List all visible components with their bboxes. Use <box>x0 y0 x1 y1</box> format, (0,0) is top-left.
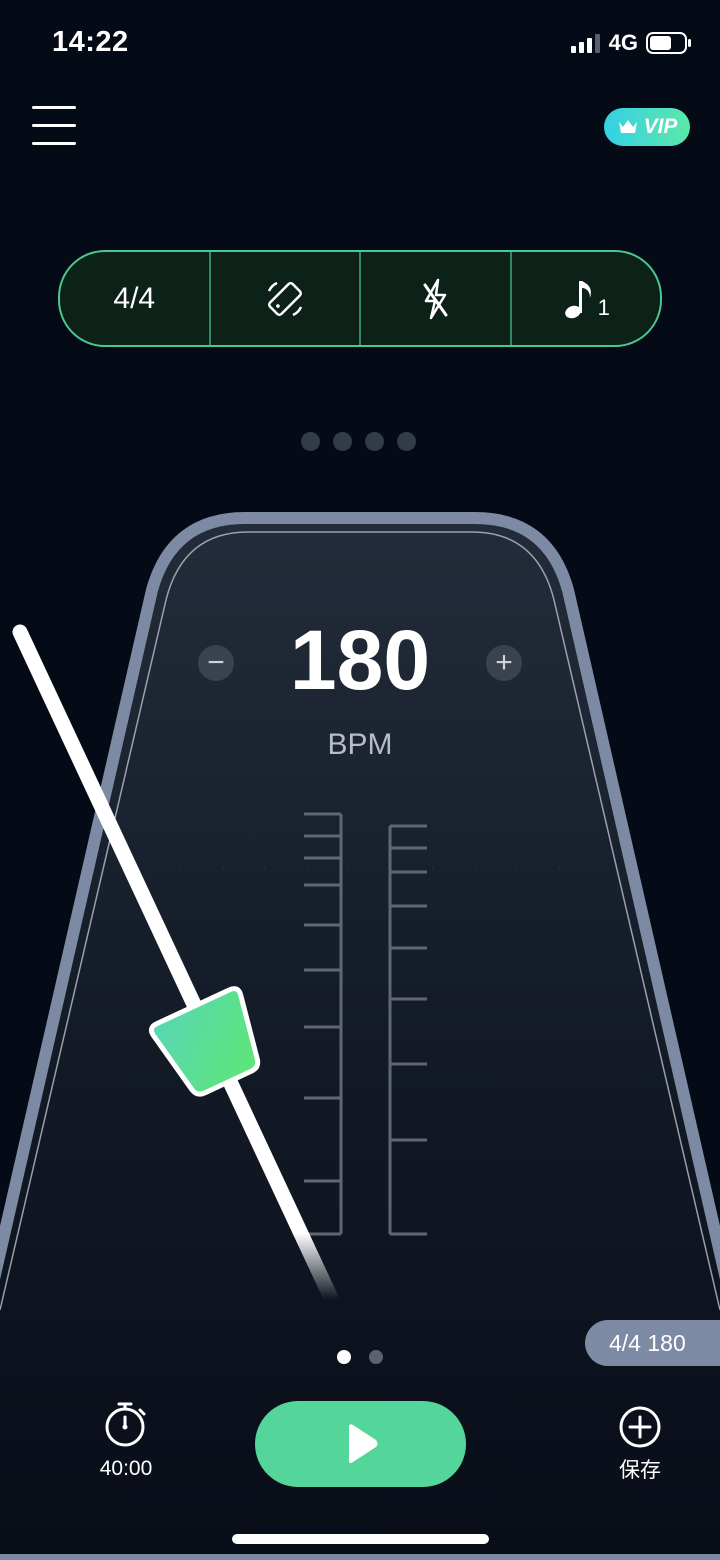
preset-label: 4/4 180 <box>609 1329 686 1356</box>
home-indicator[interactable] <box>232 1534 489 1544</box>
add-circle-icon <box>619 1406 661 1448</box>
stopwatch-icon <box>105 1402 146 1447</box>
save-button[interactable]: 保存 <box>600 1405 680 1484</box>
increase-bpm-button[interactable]: + <box>486 645 522 681</box>
timer-button[interactable]: 40:00 <box>86 1400 166 1481</box>
page-dot-active[interactable] <box>337 1350 351 1364</box>
bpm-value[interactable]: 180 <box>260 612 460 709</box>
bpm-unit: BPM <box>327 728 393 761</box>
save-label: 保存 <box>619 1459 661 1482</box>
page-dot[interactable] <box>369 1350 383 1364</box>
preset-badge[interactable]: 4/4 180 <box>585 1320 720 1366</box>
decrease-bpm-button[interactable]: − <box>198 645 234 681</box>
play-button[interactable] <box>255 1401 466 1487</box>
play-icon <box>348 1424 377 1464</box>
timer-value: 40:00 <box>99 1457 153 1480</box>
page-indicator-bottom <box>337 1350 383 1364</box>
